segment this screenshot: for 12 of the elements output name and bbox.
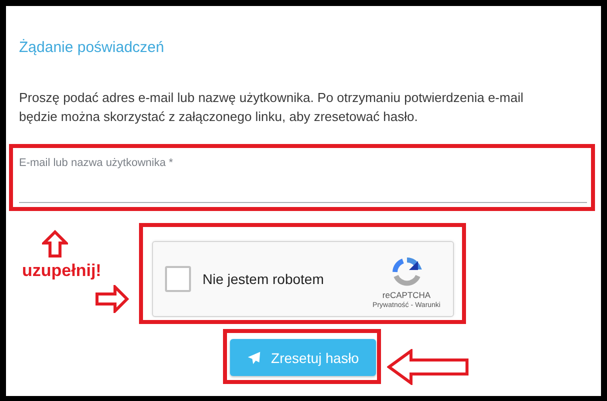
right-arrow-icon bbox=[95, 285, 129, 313]
description-text: Proszę podać adres e-mail lub nazwę użytkownika. Po otrzymaniu potwierdzenia e-mail będzie można skorzystać z załączonego linku, aby zresetować hasło. bbox=[19, 89, 524, 126]
captcha-checkbox[interactable] bbox=[164, 266, 190, 292]
captcha-label: Nie jestem robotem bbox=[202, 271, 325, 287]
annotation-text: uzupełnij! bbox=[22, 261, 102, 281]
up-arrow-icon bbox=[42, 230, 68, 258]
left-arrow-icon bbox=[387, 349, 469, 385]
recaptcha-logo-icon bbox=[390, 256, 423, 288]
page-title: Żądanie poświadczeń bbox=[19, 39, 166, 57]
email-field[interactable]: E-mail lub nazwa użytkownika * bbox=[19, 153, 587, 203]
captcha-brand: reCAPTCHA bbox=[382, 290, 431, 300]
send-icon bbox=[247, 350, 262, 364]
